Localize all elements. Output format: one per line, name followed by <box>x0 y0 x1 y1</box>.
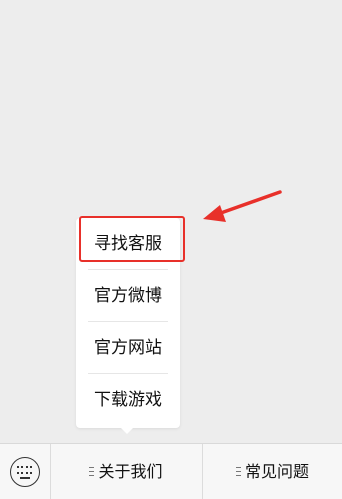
tab-about-us[interactable]: 关于我们 <box>51 444 201 499</box>
keyboard-icon[interactable] <box>10 457 40 487</box>
tab-label: 常见问题 <box>244 462 309 481</box>
menu-icon <box>235 467 241 476</box>
keyboard-keys <box>17 466 32 476</box>
menu-icon <box>89 467 95 476</box>
tab-label: 关于我们 <box>98 462 163 481</box>
bottom-menu-bar: 关于我们 常见问题 <box>0 443 342 499</box>
keyboard-spacebar <box>20 477 30 479</box>
tab-faq[interactable]: 常见问题 <box>203 444 342 499</box>
annotation-arrow-icon <box>203 190 282 222</box>
